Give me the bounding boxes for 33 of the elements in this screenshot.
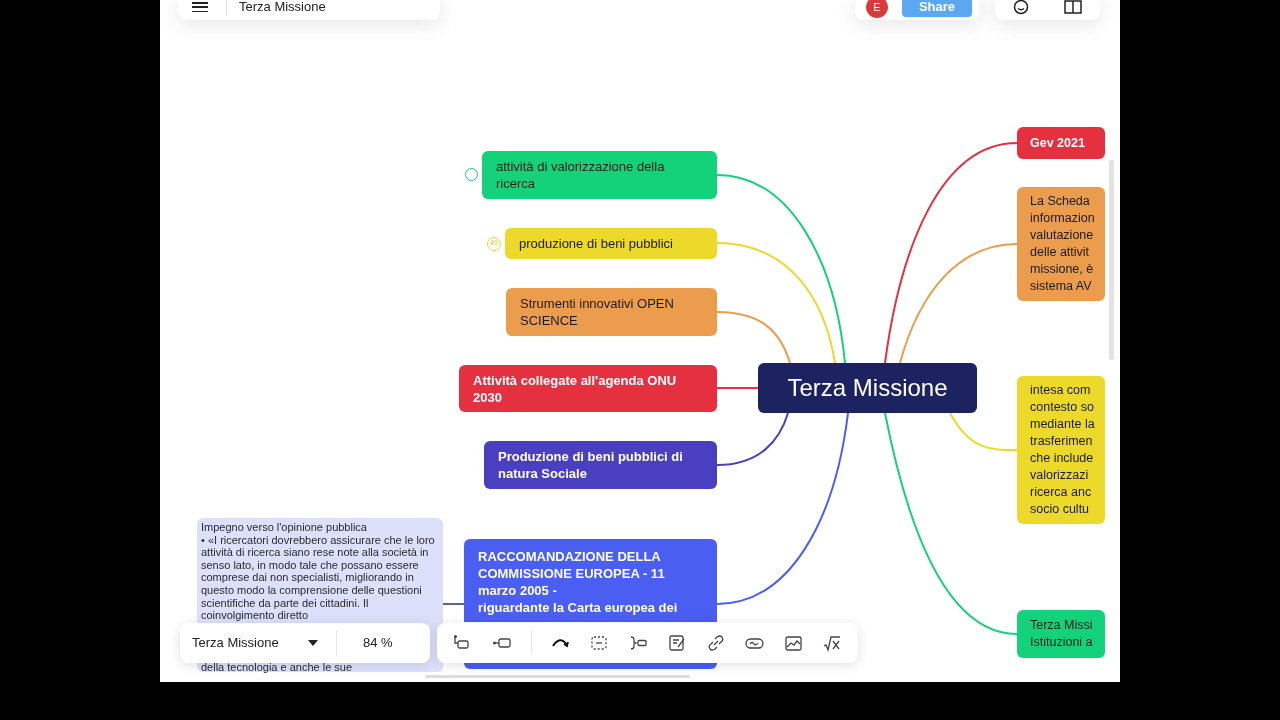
note-text: Impegno verso l'opinione pubblica • «I ricercatori dovrebbero assicurare che le loro attività di ricerca siano rese note alla società in senso lato, in modo tale che possano essere comprese dai non specialisti, migliorando in questo modo la comprensione delle questioni scientifiche da parte dei cittadini. Il coinvolgimento diretto: [201, 521, 436, 622]
connector-line: [442, 603, 465, 605]
smiley-icon[interactable]: [1012, 0, 1029, 15]
link-icon[interactable]: [706, 634, 726, 652]
central-topic[interactable]: Terza Missione: [758, 363, 977, 413]
summary-icon[interactable]: [628, 634, 648, 652]
topic-node[interactable]: attività di valorizzazione della ricerca: [482, 151, 717, 199]
topic-node[interactable]: Gev 2021: [1017, 127, 1105, 159]
formula-icon[interactable]: [823, 634, 843, 652]
panel-icon[interactable]: [1064, 0, 1083, 14]
collapse-toggle-icon[interactable]: [465, 168, 478, 181]
menu-icon[interactable]: [192, 2, 208, 12]
note-text: della tecnologia e anche le sue: [201, 661, 353, 673]
topic-node[interactable]: La Scheda informazion valutazione delle attivit missione, è sistema AV: [1017, 187, 1105, 301]
map-selector[interactable]: Terza Missione: [192, 628, 322, 658]
note-edit-icon[interactable]: [667, 634, 687, 652]
vertical-scrollbar[interactable]: [1109, 160, 1114, 360]
topic-node[interactable]: RACCOMANDAZIONE DELLA COMMISSIONE EUROPEA - 11 marzo 2005 - riguardante la Carta europea dei: [464, 539, 717, 622]
boundary-icon[interactable]: [590, 634, 610, 652]
topic-node[interactable]: Terza Missi Istituzioni a: [1017, 610, 1105, 658]
user-avatar[interactable]: E: [866, 0, 888, 18]
topic-node[interactable]: Attività collegate all'agenda ONU 2030: [459, 365, 717, 412]
connector-line: [716, 387, 759, 389]
topic-node[interactable]: Produzione di beni pubblici di natura Sociale: [484, 441, 717, 489]
caret-icon: [308, 640, 318, 646]
document-title[interactable]: Terza Missione: [239, 0, 326, 17]
zoom-level[interactable]: 84 %: [363, 633, 393, 653]
topic-node[interactable]: Strumenti innovativi OPEN SCIENCE: [506, 288, 717, 336]
image-icon[interactable]: [784, 634, 804, 652]
subtopic-icon[interactable]: [452, 634, 472, 652]
topic-node[interactable]: intesa com contesto so mediante la trasferimen che include valorizzazi ricerca anc socio cultu: [1017, 376, 1105, 524]
topic-node[interactable]: produzione di beni pubblici: [505, 228, 717, 259]
horizontal-scrollbar[interactable]: [425, 675, 690, 678]
